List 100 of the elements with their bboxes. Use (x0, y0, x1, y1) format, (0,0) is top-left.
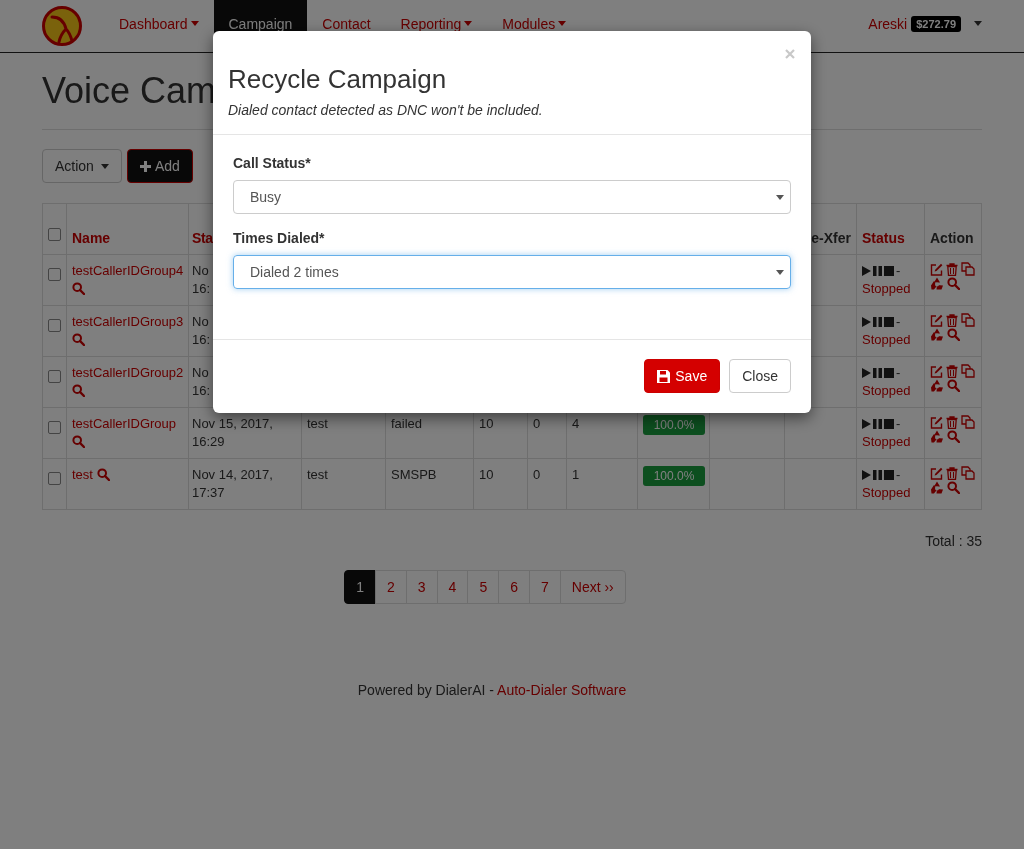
table-cell: SMSPB (391, 467, 437, 482)
checkbox[interactable] (48, 370, 61, 383)
pause-icon[interactable] (873, 368, 882, 378)
trash-icon[interactable] (946, 313, 958, 327)
status-text: Stopped (862, 332, 911, 347)
recycle-icon[interactable] (930, 328, 944, 341)
copy-icon[interactable] (961, 415, 975, 429)
play-icon[interactable] (862, 266, 871, 276)
table-cell: 10 (479, 416, 494, 431)
table-cell: Nov 14, 2017, 17:37 (192, 467, 273, 500)
search-icon[interactable] (947, 328, 960, 341)
checkbox[interactable] (48, 472, 61, 485)
column-header[interactable]: Status (862, 230, 905, 246)
action-button[interactable]: Action (42, 149, 122, 183)
edit-icon[interactable] (930, 364, 943, 378)
search-icon[interactable] (947, 430, 960, 443)
play-icon[interactable] (862, 419, 871, 429)
modal-subtitle: Dialed contact detected as DNC won't be included. (228, 102, 544, 118)
separator-text: - (896, 313, 901, 331)
page-link[interactable]: 5 (467, 570, 500, 604)
progress-label: 100.0% (652, 417, 696, 434)
campaign-link[interactable]: test (72, 467, 93, 482)
progress-label: 100.0% (652, 468, 696, 485)
play-icon[interactable] (862, 368, 871, 378)
field-label: Times Dialed* (233, 230, 326, 246)
page-link[interactable]: 3 (405, 570, 438, 604)
table-cell: test (307, 467, 328, 482)
edit-icon[interactable] (930, 262, 943, 276)
search-icon[interactable] (947, 481, 960, 494)
edit-icon[interactable] (930, 415, 943, 429)
search-icon[interactable] (947, 277, 960, 290)
add-button[interactable]: Add (126, 149, 193, 183)
pause-icon[interactable] (873, 266, 882, 276)
page-link[interactable]: 7 (529, 570, 561, 604)
search-icon[interactable] (72, 282, 85, 295)
table-cell: No 16: (192, 263, 211, 296)
column-header[interactable]: Sta (192, 230, 213, 246)
balance-badge: $272.79 (911, 15, 961, 32)
page-link[interactable]: 6 (498, 570, 530, 604)
pause-icon[interactable] (873, 317, 882, 327)
status-text: Stopped (862, 383, 911, 398)
copy-icon[interactable] (961, 262, 975, 276)
separator-text: - (896, 262, 901, 280)
nav-tab[interactable]: Dashboard (104, 0, 214, 52)
play-icon[interactable] (862, 470, 871, 480)
column-header[interactable]: Name (72, 230, 111, 246)
search-icon[interactable] (72, 384, 85, 397)
recycle-icon[interactable] (930, 277, 944, 290)
checkbox[interactable] (48, 268, 61, 281)
recycle-icon[interactable] (930, 430, 944, 443)
plus-icon (139, 160, 151, 172)
column-header: Action (930, 230, 974, 246)
separator-text: - (896, 364, 901, 382)
logo-icon[interactable] (42, 6, 82, 46)
checkbox[interactable] (48, 319, 61, 332)
caret-icon (100, 163, 109, 169)
copy-icon[interactable] (961, 313, 975, 327)
recycle-icon[interactable] (930, 379, 944, 392)
search-icon[interactable] (947, 379, 960, 392)
recycle-icon[interactable] (930, 481, 944, 494)
select-field[interactable]: Busy (233, 180, 791, 214)
nav-tab[interactable]: Reporting (385, 0, 488, 52)
pause-icon[interactable] (873, 419, 882, 429)
table-cell: 4 (572, 416, 580, 431)
checkbox[interactable] (48, 228, 61, 241)
trash-icon[interactable] (946, 262, 958, 276)
select-field[interactable]: Dialed 2 times (233, 255, 791, 289)
table-cell: failed (391, 416, 423, 431)
trash-icon[interactable] (946, 364, 958, 378)
search-icon[interactable] (72, 435, 85, 448)
pause-icon[interactable] (873, 470, 882, 480)
caret-icon (776, 194, 784, 200)
table-cell: test (307, 416, 328, 431)
page-link[interactable]: 1 (344, 570, 376, 604)
page-link[interactable]: Next ›› (559, 570, 626, 604)
copy-icon[interactable] (961, 466, 975, 480)
save-button[interactable]: Save (644, 359, 721, 393)
nav-tab[interactable]: Modules (487, 0, 582, 52)
user-name[interactable]: Areski (868, 15, 908, 32)
status-text: Stopped (862, 281, 911, 296)
edit-icon[interactable] (930, 466, 943, 480)
copy-icon[interactable] (961, 364, 975, 378)
edit-icon[interactable] (930, 313, 943, 327)
close-button[interactable]: Close (729, 359, 791, 393)
total-count: Total : 35 (925, 533, 982, 549)
table-cell: No 16: (192, 314, 211, 347)
checkbox[interactable] (48, 421, 61, 434)
search-icon[interactable] (72, 333, 85, 346)
table-cell: 0 (533, 416, 541, 431)
play-icon[interactable] (862, 317, 871, 327)
status-text: Stopped (862, 485, 911, 500)
search-icon[interactable] (96, 468, 110, 481)
table-cell: No 16: (192, 365, 211, 398)
trash-icon[interactable] (946, 415, 958, 429)
field-label: Call Status* (233, 155, 312, 171)
page-link[interactable]: 2 (375, 570, 407, 604)
trash-icon[interactable] (946, 466, 958, 480)
modal-title: Recycle Campaign (228, 64, 448, 94)
footer-link[interactable]: Auto-Dialer Software (497, 682, 627, 698)
page-link[interactable]: 4 (436, 570, 469, 604)
